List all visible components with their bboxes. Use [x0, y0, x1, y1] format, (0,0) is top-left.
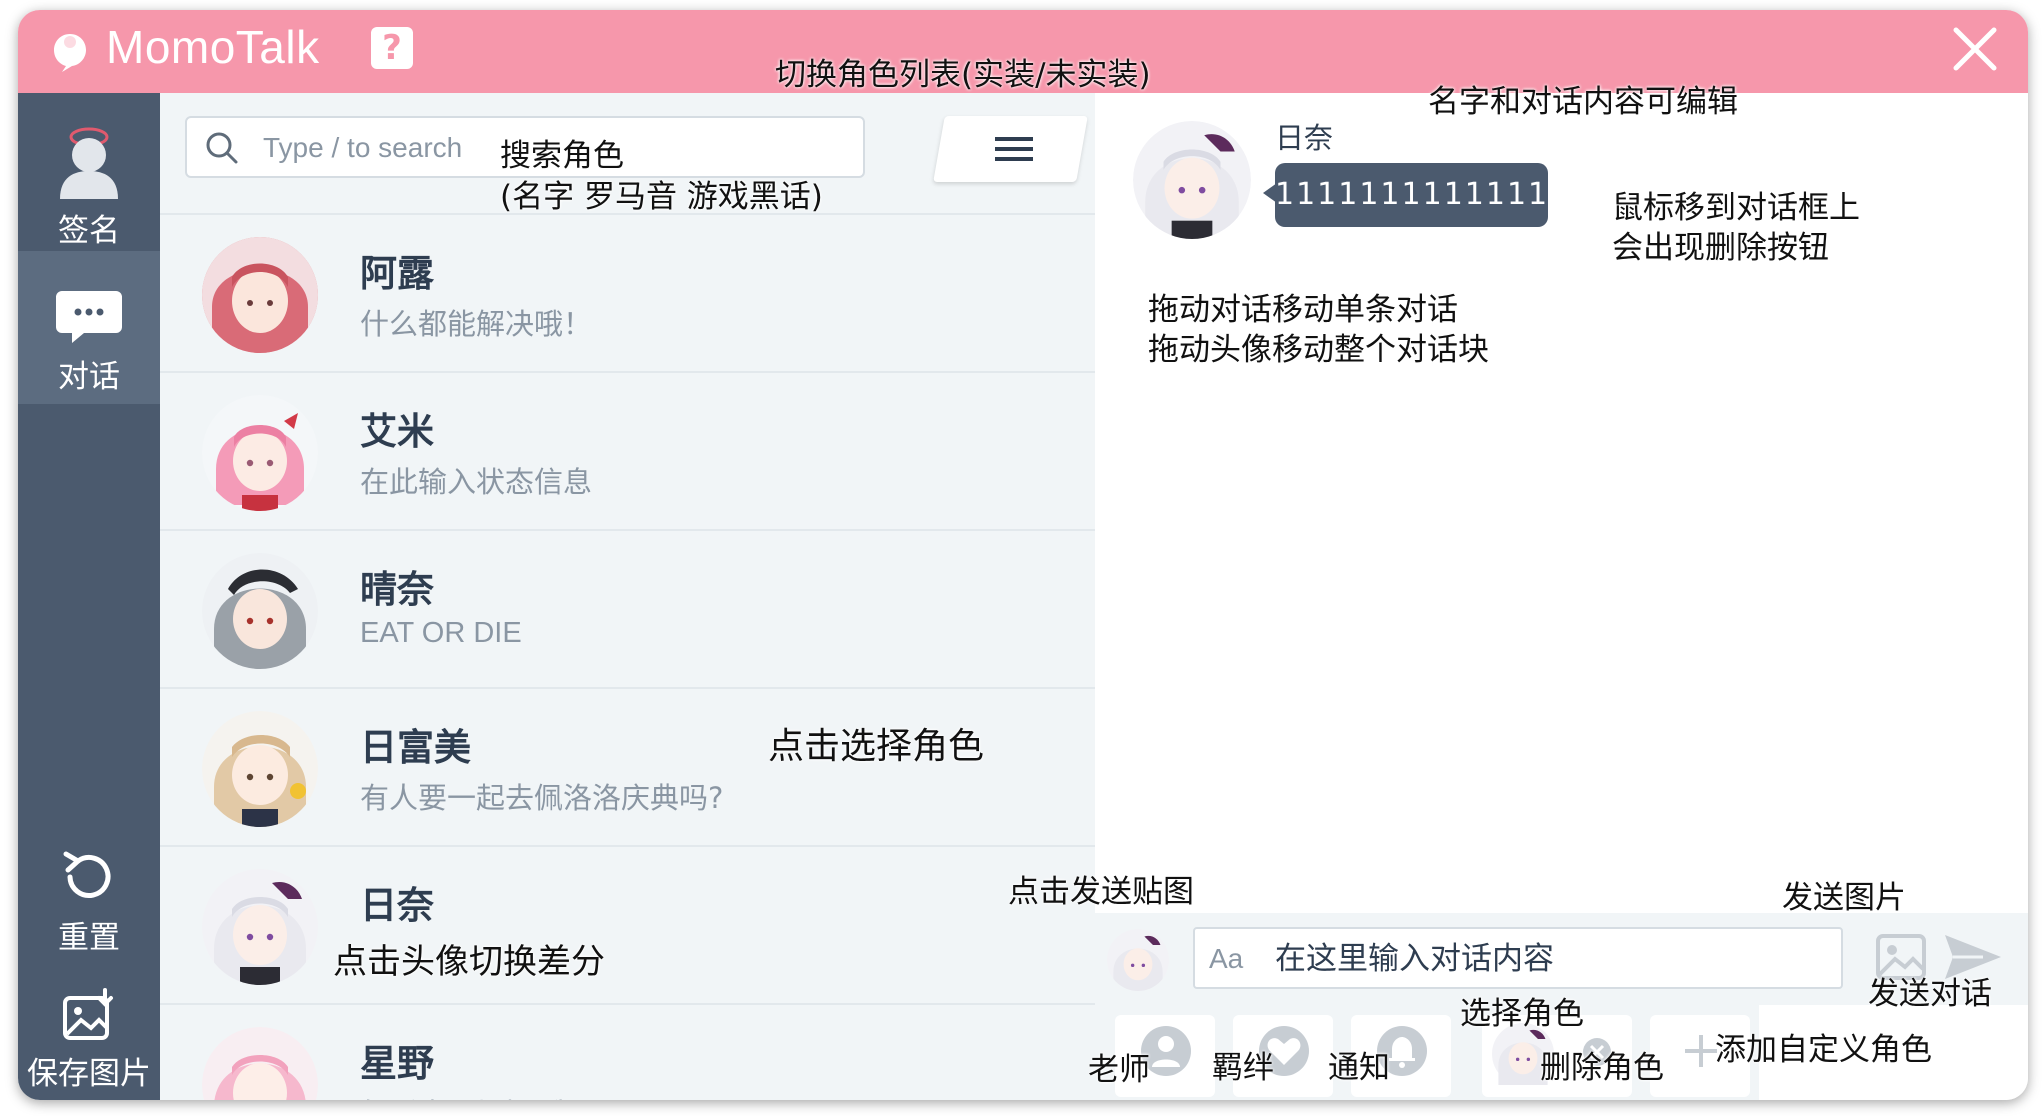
annotation-switch-list: 切换角色列表(实装/未实装) — [775, 57, 1151, 93]
label-teacher: 老师 — [1088, 1052, 1150, 1088]
label-delete-role: 删除角色 — [1540, 1050, 1664, 1086]
contact-status: 有人要一起去佩洛洛庆典吗? — [360, 781, 724, 815]
momotalk-logo-icon — [54, 34, 86, 72]
annotation-send-sticker: 点击发送贴图 — [1008, 874, 1194, 910]
chat-bubble-icon — [56, 291, 122, 343]
contact-status: 在此输入状态信息 — [360, 465, 593, 499]
annotation-search-role: 搜索角色 — [500, 138, 624, 174]
annotation-search-hint: (名字 罗马音 游戏黑话) — [500, 179, 823, 215]
annotation-hover-delete-2: 会出现删除按钮 — [1612, 230, 1829, 266]
contact-name: 星野 — [360, 1042, 434, 1085]
contact-name: 晴奈 — [360, 568, 434, 611]
sidebar-item-signature[interactable]: 签名 — [18, 103, 160, 251]
contact-status: EAT OR DIE — [360, 617, 522, 649]
contact-avatar[interactable] — [202, 237, 318, 353]
message-avatar[interactable] — [1133, 121, 1251, 239]
avatar-portrait-icon — [202, 553, 318, 669]
contact-name: 阿露 — [360, 252, 434, 295]
message-input-box[interactable]: Aa — [1193, 927, 1843, 989]
sticker-toggle[interactable]: Aa — [1209, 943, 1243, 975]
message-sender-name[interactable]: 日奈 — [1275, 115, 1333, 157]
save-image-icon — [63, 988, 113, 1040]
user-icon — [60, 127, 118, 199]
contact-row[interactable]: 阿露 什么都能解决哦！ — [160, 213, 1095, 371]
message-bubble[interactable]: 1111111111111 — [1275, 163, 1548, 227]
contact-name: 日奈 — [360, 884, 434, 927]
sidebar-item-chat[interactable]: 对话 — [18, 251, 160, 404]
annotation-drag-1: 拖动对话移动单条对话 — [1148, 292, 1458, 328]
label-add-custom-role: 添加自定义角色 — [1715, 1032, 1932, 1068]
contact-avatar[interactable] — [202, 711, 318, 827]
contact-list-pane: 阿露 什么都能解决哦！ 艾米 在此输入状态信息 — [160, 93, 1095, 1100]
contact-avatar[interactable] — [202, 1027, 318, 1100]
contact-avatar[interactable] — [202, 869, 318, 985]
sidebar-label-chat: 对话 — [58, 359, 120, 395]
contact-row[interactable]: 日奈 — [160, 845, 1095, 1003]
label-bond: 羁绊 — [1212, 1050, 1274, 1086]
avatar-portrait-icon — [1133, 121, 1251, 239]
sidebar-item-save-image[interactable]: 保存图片 — [18, 988, 160, 1100]
sidebar-label-reset: 重置 — [58, 920, 120, 956]
annotation-click-avatar: 点击头像切换差分 — [333, 942, 605, 982]
contact-name: 日富美 — [360, 726, 471, 769]
sidebar-label-save-image: 保存图片 — [27, 1056, 151, 1092]
annotation-editable: 名字和对话内容可编辑 — [1428, 84, 1738, 120]
message-input[interactable] — [1273, 935, 1837, 983]
composer-avatar[interactable] — [1107, 929, 1169, 991]
avatar-portrait-icon — [1107, 929, 1169, 991]
contact-avatar[interactable] — [202, 395, 318, 511]
reset-icon — [63, 851, 111, 898]
chat-pane: 日奈 1111111111111 Aa — [1095, 93, 2028, 1100]
app-window: MomoTalk ? 签名 对话 重置 保存图片 Type / to searc… — [18, 10, 2028, 1100]
contact-name: 艾米 — [360, 410, 434, 453]
contact-status: 午睡中 别叫醒我 — [360, 1091, 572, 1100]
list-toggle-button[interactable] — [933, 116, 1088, 182]
annotation-drag-2: 拖动头像移动整个对话块 — [1148, 332, 1489, 368]
contact-avatar[interactable] — [202, 553, 318, 669]
search-icon — [206, 132, 238, 164]
avatar-portrait-icon — [202, 395, 318, 511]
close-icon[interactable] — [1948, 22, 2002, 76]
avatar-portrait-icon — [202, 1027, 318, 1100]
label-notice: 通知 — [1328, 1050, 1390, 1086]
sidebar-item-reset[interactable]: 重置 — [18, 838, 160, 958]
contact-row[interactable]: 晴奈 EAT OR DIE — [160, 529, 1095, 687]
menu-icon — [995, 137, 1033, 161]
sidebar-label-signature: 签名 — [58, 213, 120, 249]
help-button[interactable]: ? — [371, 27, 413, 69]
avatar-portrait-icon — [202, 237, 318, 353]
annotation-click-select: 点击选择角色 — [768, 726, 985, 767]
avatar-portrait-icon — [202, 869, 318, 985]
avatar-portrait-icon — [202, 711, 318, 827]
contact-row[interactable]: 星野 午睡中 别叫醒我 — [160, 1003, 1095, 1100]
sidebar: 签名 对话 重置 保存图片 — [18, 93, 160, 1100]
annotation-select-role: 选择角色 — [1460, 996, 1584, 1032]
annotation-send-image: 发送图片 — [1782, 880, 1906, 916]
contact-status: 什么都能解决哦！ — [360, 307, 593, 341]
annotation-send-dialog: 发送对话 — [1868, 976, 1992, 1012]
app-title: MomoTalk — [106, 21, 320, 73]
annotation-hover-delete-1: 鼠标移到对话框上 — [1612, 190, 1860, 226]
contact-row[interactable]: 艾米 在此输入状态信息 — [160, 371, 1095, 529]
